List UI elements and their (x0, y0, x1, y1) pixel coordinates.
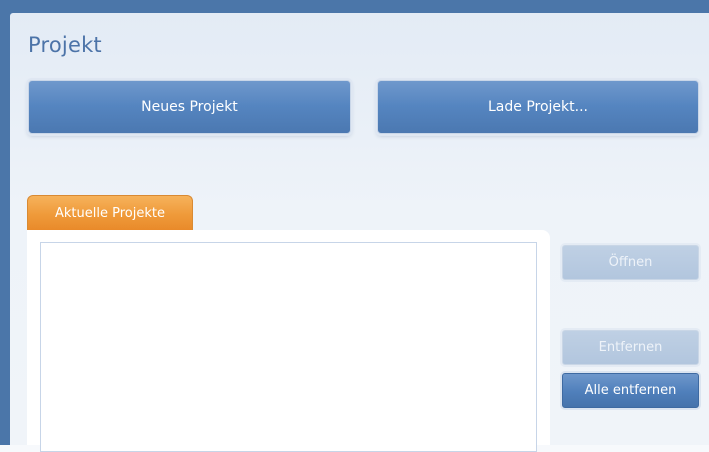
recent-projects-list[interactable] (40, 242, 537, 452)
tab-recent-projects[interactable]: Aktuelle Projekte (27, 195, 193, 230)
load-project-button[interactable]: Lade Projekt... (377, 80, 699, 134)
new-project-button[interactable]: Neues Projekt (28, 80, 351, 134)
page-title: Projekt (28, 33, 102, 57)
open-button[interactable]: Öffnen (562, 245, 699, 280)
remove-all-button[interactable]: Alle entfernen (562, 373, 699, 408)
remove-button[interactable]: Entfernen (562, 330, 699, 365)
